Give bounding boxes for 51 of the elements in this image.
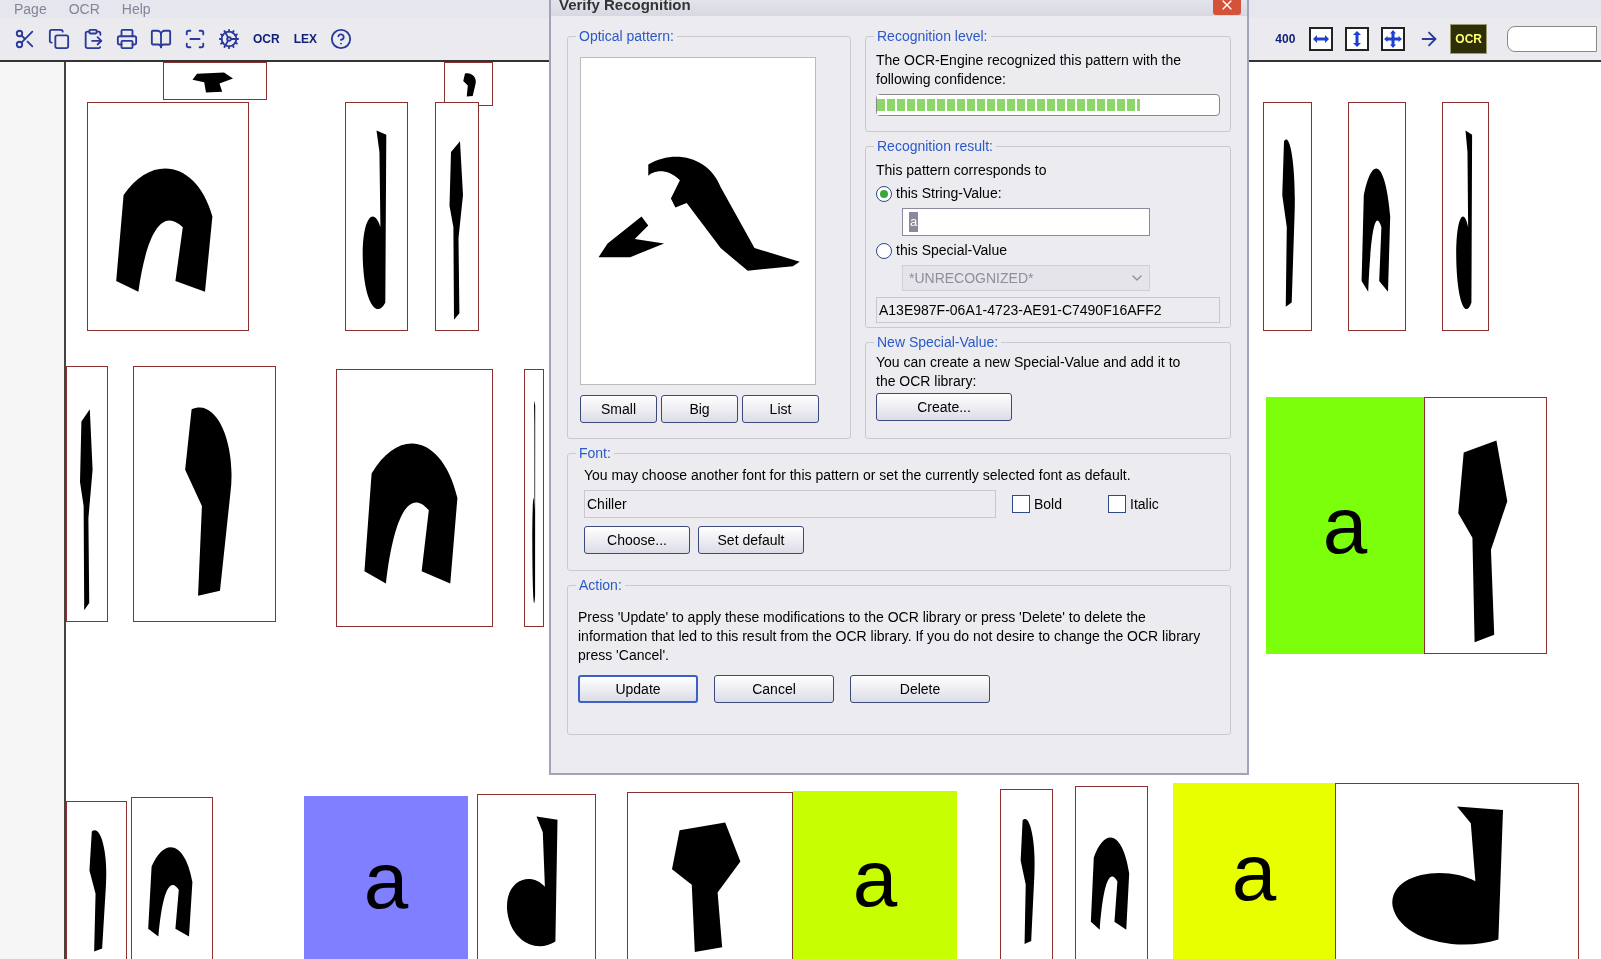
- group-legend: Recognition result:: [874, 138, 996, 154]
- checkbox-label: Italic: [1130, 494, 1159, 514]
- radio-label: this String-Value:: [896, 184, 1002, 203]
- close-button[interactable]: [1213, 0, 1241, 15]
- group-legend: Recognition level:: [874, 28, 991, 44]
- font-name-field: Chiller: [584, 490, 996, 518]
- radio-label: this Special-Value: [896, 241, 1008, 260]
- action-text: Press 'Update' to apply these modifications to the OCR library or press 'Delete' to delete the information that led to this result from the OCR library. If you do not desire to change the OCR library press 'Cancel'.: [578, 608, 1202, 665]
- confidence-text: The OCR-Engine recognized this pattern with the following confidence:: [876, 51, 1183, 89]
- group-legend: Font:: [576, 445, 614, 461]
- gears-icon: [218, 28, 240, 50]
- dialog-button[interactable]: Big: [661, 395, 738, 423]
- dialog-button[interactable]: Set default: [698, 526, 804, 554]
- help-icon: [330, 28, 352, 50]
- scissors-icon: [14, 28, 36, 50]
- group-legend: Optical pattern:: [576, 28, 677, 44]
- dialog-button[interactable]: Small: [580, 395, 657, 423]
- recognized-character: a: [304, 796, 468, 959]
- result-text: This pattern corresponds to: [876, 161, 1048, 179]
- scanner-icon: [184, 28, 206, 50]
- font-text: You may choose another font for this pattern or set the currently selected font as default.: [583, 466, 1132, 484]
- checkbox-label: Bold: [1034, 494, 1063, 514]
- fit-height-icon: [1345, 27, 1370, 51]
- fit-width-icon: [1309, 27, 1334, 51]
- toolbar-button[interactable]: OCR: [1450, 24, 1487, 54]
- recognized-character: a: [793, 791, 957, 959]
- checkbox[interactable]: [1108, 495, 1127, 513]
- toolbar-field[interactable]: [1507, 26, 1597, 52]
- fit-page-icon: [1381, 27, 1406, 51]
- dialog-button[interactable]: List: [742, 395, 819, 423]
- recognized-character: a: [1266, 397, 1424, 654]
- book-icon: [150, 28, 172, 50]
- group-legend: Action:: [576, 577, 625, 593]
- paste-icon: [82, 28, 104, 50]
- dialog-button[interactable]: Create...: [876, 393, 1012, 421]
- dialog-button[interactable]: Delete: [850, 675, 990, 703]
- recognized-character: a: [1173, 783, 1335, 959]
- toolbar-button[interactable]: LEX: [288, 24, 322, 54]
- copy-icon: [48, 28, 70, 50]
- dialog-button[interactable]: Choose...: [584, 526, 690, 554]
- checkbox[interactable]: [1012, 495, 1030, 513]
- toolbar-button[interactable]: OCR: [248, 24, 285, 54]
- radio-button[interactable]: [876, 242, 892, 259]
- guid-field: A13E987F-06A1-4723-AE91-C7490F16AFF2: [876, 297, 1220, 323]
- radio-button[interactable]: [876, 185, 892, 202]
- toolbar-button[interactable]: 400: [1270, 24, 1301, 54]
- group-legend: New Special-Value:: [874, 334, 1002, 350]
- dialog-button[interactable]: Update: [578, 675, 698, 703]
- printer-icon: [116, 28, 138, 50]
- new-special-value-text: You can create a new Special-Value and add it to the OCR library:: [876, 353, 1182, 391]
- dialog-button[interactable]: Cancel: [714, 675, 834, 703]
